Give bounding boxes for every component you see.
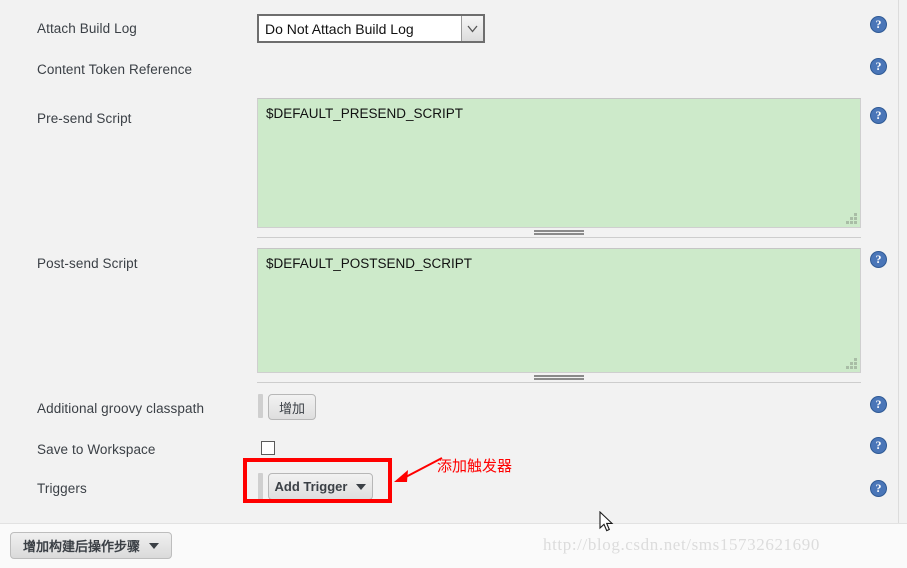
resize-grip-icon[interactable] xyxy=(846,358,857,369)
label-additional-groovy-classpath: Additional groovy classpath xyxy=(37,401,205,416)
label-attach-build-log: Attach Build Log xyxy=(37,21,137,36)
add-classpath-button[interactable]: 增加 xyxy=(268,394,316,420)
caret-down-icon xyxy=(149,542,160,549)
post-build-email-form: Attach Build Log Do Not Attach Build Log… xyxy=(0,0,899,523)
pre-send-script-textarea[interactable]: $DEFAULT_PRESEND_SCRIPT xyxy=(257,98,861,228)
watermark-text: http://blog.csdn.net/sms15732621690 xyxy=(543,535,820,554)
help-icon-additional-groovy-classpath[interactable]: ? xyxy=(870,396,887,413)
label-triggers: Triggers xyxy=(37,481,87,496)
add-post-build-step-label: 增加构建后操作步骤 xyxy=(23,539,141,554)
pre-send-script-value: $DEFAULT_PRESEND_SCRIPT xyxy=(266,106,464,121)
add-classpath-button-label: 增加 xyxy=(278,400,305,416)
pre-send-script-editor[interactable]: $DEFAULT_PRESEND_SCRIPT xyxy=(257,98,861,238)
post-send-script-value: $DEFAULT_POSTSEND_SCRIPT xyxy=(266,256,473,271)
help-icon-content-token-reference[interactable]: ? xyxy=(870,58,887,75)
label-pre-send-script: Pre-send Script xyxy=(37,111,132,126)
chevron-down-icon[interactable] xyxy=(461,16,483,41)
help-icon-attach-build-log[interactable]: ? xyxy=(870,16,887,33)
drag-handle-triggers[interactable] xyxy=(258,473,263,500)
pre-send-script-resize-bar[interactable] xyxy=(257,228,861,238)
resize-grip-icon[interactable] xyxy=(846,213,857,224)
add-post-build-step-button[interactable]: 增加构建后操作步骤 xyxy=(10,532,173,559)
add-trigger-button-label: Add Trigger xyxy=(274,479,348,494)
attach-build-log-select[interactable]: Do Not Attach Build Log xyxy=(257,14,485,43)
annotation-label: 添加触发器 xyxy=(437,457,513,475)
post-send-script-editor[interactable]: $DEFAULT_POSTSEND_SCRIPT xyxy=(257,248,861,383)
help-icon-post-send-script[interactable]: ? xyxy=(870,251,887,268)
add-trigger-button[interactable]: Add Trigger xyxy=(268,473,373,500)
attach-build-log-selected-value: Do Not Attach Build Log xyxy=(265,20,414,37)
help-icon-save-to-workspace[interactable]: ? xyxy=(870,437,887,454)
post-send-script-textarea[interactable]: $DEFAULT_POSTSEND_SCRIPT xyxy=(257,248,861,373)
post-send-script-resize-bar[interactable] xyxy=(257,373,861,383)
label-save-to-workspace: Save to Workspace xyxy=(37,442,156,457)
help-icon-pre-send-script[interactable]: ? xyxy=(870,107,887,124)
help-icon-triggers[interactable]: ? xyxy=(870,480,887,497)
label-content-token-reference: Content Token Reference xyxy=(37,62,193,77)
save-to-workspace-checkbox[interactable] xyxy=(261,441,275,455)
label-post-send-script: Post-send Script xyxy=(37,256,138,271)
screen-root: Attach Build Log Do Not Attach Build Log… xyxy=(0,0,907,568)
caret-down-icon xyxy=(356,483,367,490)
drag-handle-classpath[interactable] xyxy=(258,394,263,418)
